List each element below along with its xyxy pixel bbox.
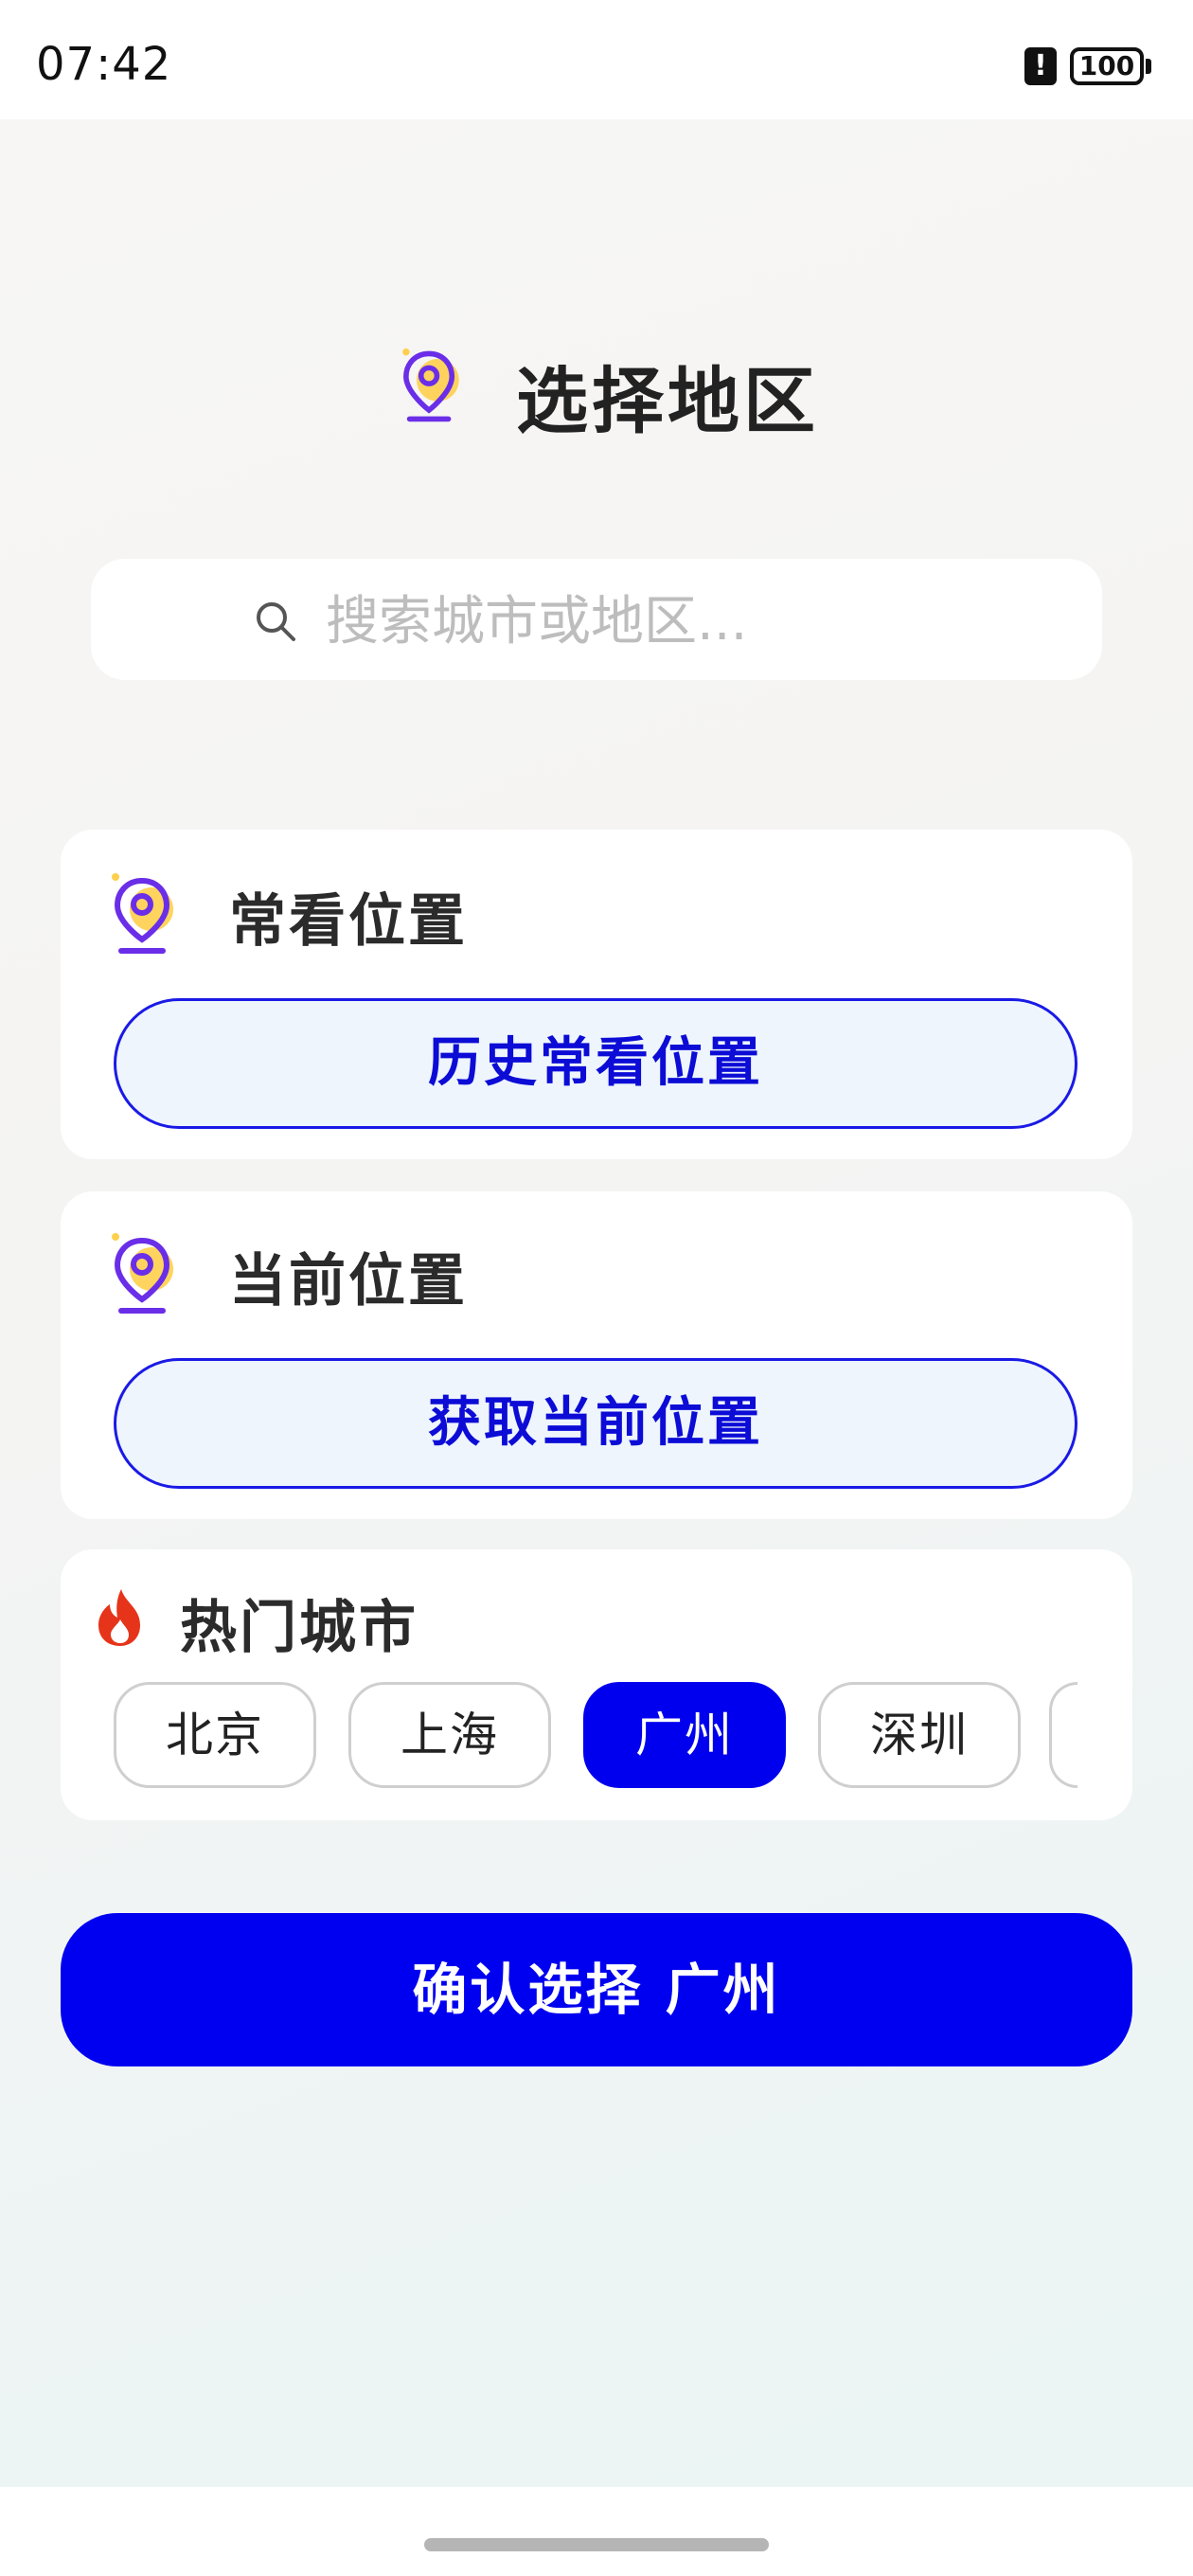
history-location-button[interactable]: 历史常看位置 <box>114 998 1077 1129</box>
current-location-title: 当前位置 <box>229 1248 468 1315</box>
search-input[interactable] <box>324 580 858 663</box>
fire-icon <box>98 1589 140 1646</box>
status-bar: 07:42 ! 100 <box>0 0 1193 119</box>
frequent-location-title: 常看位置 <box>229 888 468 955</box>
city-chip-beijing[interactable]: 北京 <box>114 1682 316 1788</box>
search-icon <box>257 602 295 641</box>
home-indicator[interactable] <box>424 2538 769 2551</box>
confirm-button[interactable]: 确认选择 广州 <box>61 1913 1132 2066</box>
city-chip-shenzhen[interactable]: 深圳 <box>818 1682 1021 1788</box>
frequent-location-pin-icon <box>112 873 173 954</box>
battery-tip <box>1146 59 1151 74</box>
city-chip-guangzhou[interactable]: 广州 <box>583 1682 786 1788</box>
hot-cities-title: 热门城市 <box>180 1595 418 1661</box>
bottom-bar <box>0 2487 1193 2576</box>
page-title: 选择地区 <box>516 359 819 443</box>
city-chip-shanghai[interactable]: 上海 <box>348 1682 551 1788</box>
city-chip-more[interactable] <box>1049 1682 1077 1788</box>
current-location-pin-icon <box>112 1233 173 1314</box>
status-time: 07:42 <box>36 38 172 91</box>
alert-icon: ! <box>1024 47 1057 85</box>
battery-icon: 100 <box>1070 47 1144 85</box>
location-pin-icon <box>402 348 459 422</box>
get-current-location-button[interactable]: 获取当前位置 <box>114 1358 1077 1489</box>
